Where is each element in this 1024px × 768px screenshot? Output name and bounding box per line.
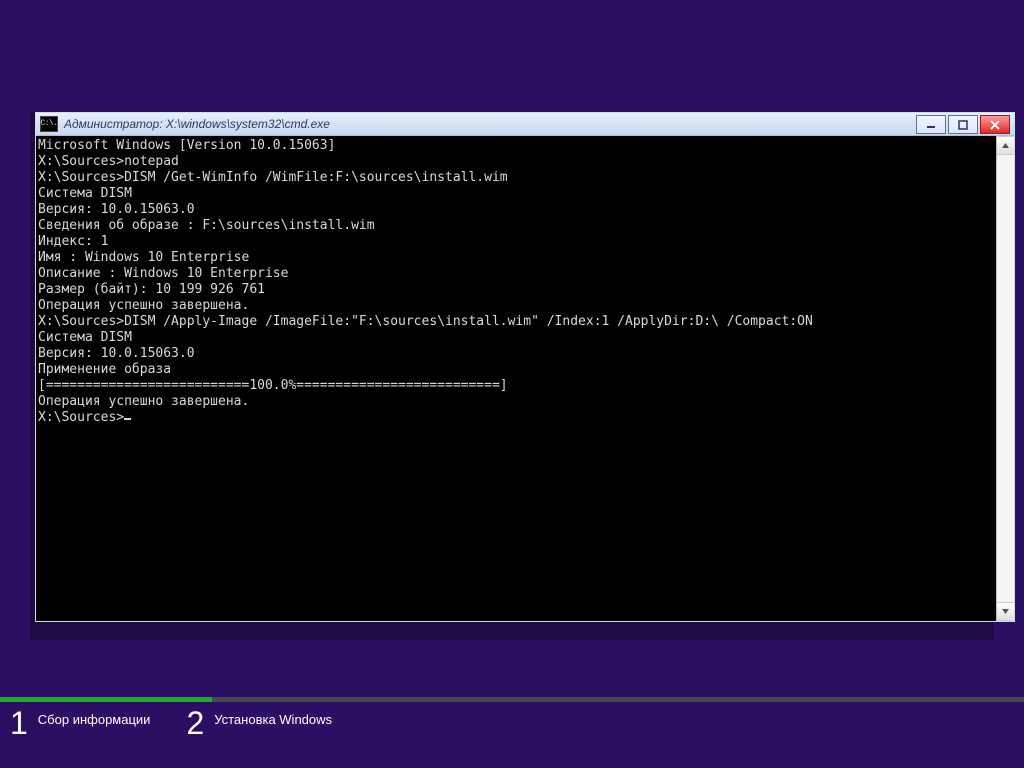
console-line: Размер (байт): 10 199 926 761 (38, 282, 996, 298)
text-cursor (124, 418, 131, 420)
console-line: Версия: 10.0.15063.0 (38, 346, 996, 362)
scroll-down-button[interactable] (997, 602, 1014, 621)
scrollbar[interactable] (996, 136, 1014, 621)
step-2-label: Установка Windows (214, 712, 332, 727)
console-body: Microsoft Windows [Version 10.0.15063]X:… (36, 136, 1014, 621)
console-line: Microsoft Windows [Version 10.0.15063] (38, 138, 996, 154)
console-line: Сведения об образе : F:\sources\install.… (38, 218, 996, 234)
maximize-button[interactable] (948, 115, 978, 134)
step-2-number: 2 (186, 707, 204, 739)
console-line: Cистема DISM (38, 330, 996, 346)
minimize-button[interactable] (916, 115, 946, 134)
close-button[interactable] (980, 115, 1010, 134)
titlebar[interactable]: C:\. Администратор: X:\windows\system32\… (36, 113, 1014, 136)
console-line: Cистема DISM (38, 186, 996, 202)
setup-step-bar: 1 Сбор информации 2 Установка Windows (0, 697, 1024, 768)
console-line: Операция успешно завершена. (38, 298, 996, 314)
console-line: X:\Sources>DISM /Apply-Image /ImageFile:… (38, 314, 996, 330)
console-line: Описание : Windows 10 Enterprise (38, 266, 996, 282)
step-1-label: Сбор информации (38, 712, 151, 727)
console-line: [==========================100.0%=======… (38, 378, 996, 394)
cmd-window: C:\. Администратор: X:\windows\system32\… (35, 112, 1015, 622)
console-line: Имя : Windows 10 Enterprise (38, 250, 996, 266)
window-title: Администратор: X:\windows\system32\cmd.e… (64, 117, 330, 131)
console-line: Применение образа (38, 362, 996, 378)
scroll-track[interactable] (997, 155, 1014, 602)
step-1-number: 1 (10, 707, 28, 739)
setup-step-2: 2 Установка Windows (186, 707, 332, 739)
cmd-icon: C:\. (40, 116, 58, 132)
window-controls (912, 113, 1014, 139)
console-line: X:\Sources>notepad (38, 154, 996, 170)
progress-segment-1 (0, 697, 212, 702)
console-line: X:\Sources>DISM /Get-WimInfo /WimFile:F:… (38, 170, 996, 186)
console-line: X:\Sources> (38, 410, 996, 426)
console-line: Версия: 10.0.15063.0 (38, 202, 996, 218)
console-line: Операция успешно завершена. (38, 394, 996, 410)
console-line: Индекс: 1 (38, 234, 996, 250)
console-output[interactable]: Microsoft Windows [Version 10.0.15063]X:… (36, 136, 996, 621)
setup-step-1: 1 Сбор информации (10, 707, 150, 739)
